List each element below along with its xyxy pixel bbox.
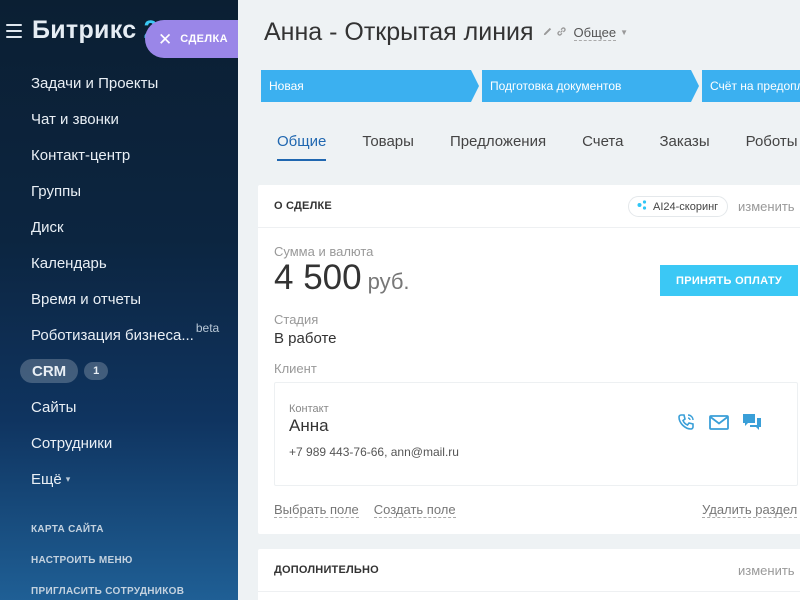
sitemap-link[interactable]: КАРТА САЙТА bbox=[31, 518, 184, 549]
tab-orders[interactable]: Заказы bbox=[659, 133, 709, 157]
additional-card: ДОПОЛНИТЕЛЬНО изменить bbox=[258, 549, 800, 600]
sidebar-item-sites[interactable]: Сайты bbox=[0, 389, 238, 425]
card-heading: О СДЕЛКЕ bbox=[274, 200, 332, 212]
sidebar-item-label: Группы bbox=[31, 182, 81, 200]
sidebar-item-label: Роботизация бизнеса... bbox=[31, 326, 194, 344]
ai-scoring-icon bbox=[637, 200, 647, 213]
additional-header: ДОПОЛНИТЕЛЬНО изменить bbox=[258, 549, 800, 592]
currency-label: руб. bbox=[367, 269, 410, 294]
accept-payment-button[interactable]: ПРИНЯТЬ ОПЛАТУ bbox=[660, 265, 798, 296]
chevron-down-icon: ▾ bbox=[65, 473, 71, 484]
deal-slider-close-tab[interactable]: ✕ СДЕЛКА bbox=[145, 20, 238, 58]
deal-tabs: Общие Товары Предложения Счета Заказы Ро… bbox=[277, 133, 800, 161]
amount-number: 4 500 bbox=[274, 258, 362, 297]
title-actions bbox=[542, 26, 570, 40]
tab-products[interactable]: Товары bbox=[362, 133, 414, 157]
tab-invoices[interactable]: Счета bbox=[582, 133, 623, 157]
ai-scoring-button[interactable]: AI24-скоринг bbox=[628, 196, 729, 217]
create-field-link[interactable]: Создать поле bbox=[373, 502, 456, 518]
stage-new[interactable]: Новая bbox=[261, 70, 479, 102]
sidebar-item-label: Диск bbox=[31, 218, 64, 236]
tab-robots[interactable]: Роботы bbox=[746, 133, 798, 157]
deal-main-area: Анна - Открытая линия Общее ▼ Новая Подг… bbox=[238, 0, 800, 600]
sidebar-item-label: Задачи и Проекты bbox=[31, 74, 159, 92]
contact-actions bbox=[675, 413, 774, 431]
edit-about-link[interactable]: изменить bbox=[738, 199, 795, 214]
sidebar-item-more[interactable]: Ещё ▾ bbox=[0, 461, 238, 497]
beta-badge: beta bbox=[195, 321, 220, 335]
deal-tab-label: СДЕЛКА bbox=[180, 33, 228, 45]
sidebar-item-label: Ещё bbox=[31, 470, 62, 488]
sidebar-item-employees[interactable]: Сотрудники bbox=[0, 425, 238, 461]
sidebar-item-groups[interactable]: Группы bbox=[0, 173, 238, 209]
stage-invoice[interactable]: Счёт на предоплату bbox=[702, 70, 800, 102]
chat-icon[interactable] bbox=[741, 413, 763, 431]
select-field-link[interactable]: Выбрать поле bbox=[274, 502, 359, 518]
sidebar-item-label: Контакт-центр bbox=[31, 146, 131, 164]
edit-additional-link[interactable]: изменить bbox=[738, 563, 795, 578]
stage-bar: Новая Подготовка документов Счёт на пред… bbox=[261, 70, 800, 102]
link-icon[interactable] bbox=[556, 26, 567, 40]
card-heading: ДОПОЛНИТЕЛЬНО bbox=[274, 564, 379, 576]
about-deal-card: О СДЕЛКЕ AI24-скоринг изменить Сумма и в… bbox=[258, 185, 800, 534]
card-footer-links: Выбрать поле Создать поле bbox=[274, 502, 471, 518]
phone-icon[interactable] bbox=[675, 413, 697, 431]
stage-value: В работе bbox=[274, 330, 337, 347]
sidebar-item-automation[interactable]: Роботизация бизнеса... beta bbox=[0, 317, 238, 353]
close-icon: ✕ bbox=[158, 29, 173, 49]
sidebar-item-label: Календарь bbox=[31, 254, 107, 272]
menu-burger-icon[interactable] bbox=[6, 23, 22, 38]
title-row: Анна - Открытая линия Общее ▼ bbox=[264, 18, 628, 47]
chevron-down-icon: ▼ bbox=[620, 28, 629, 37]
sidebar-item-calendar[interactable]: Календарь bbox=[0, 245, 238, 281]
sidebar-item-time-reports[interactable]: Время и отчеты bbox=[0, 281, 238, 317]
crm-counter-badge: 1 bbox=[84, 362, 109, 380]
ai-scoring-label: AI24-скоринг bbox=[653, 200, 719, 213]
about-deal-header: О СДЕЛКЕ AI24-скоринг изменить bbox=[258, 185, 800, 228]
page-title: Анна - Открытая линия bbox=[264, 18, 534, 46]
sidebar-item-crm[interactable]: CRM 1 bbox=[0, 353, 238, 389]
delete-section-link[interactable]: Удалить раздел bbox=[702, 502, 798, 518]
sidebar-item-label: CRM bbox=[20, 359, 79, 383]
sidebar-footer-links: КАРТА САЙТА НАСТРОИТЬ МЕНЮ ПРИГЛАСИТЬ СО… bbox=[31, 518, 184, 600]
email-icon[interactable] bbox=[708, 413, 730, 431]
sidebar: Битрикс 24 Задачи и Проекты Чат и звонки… bbox=[0, 0, 238, 600]
sidebar-item-label: Сайты bbox=[31, 398, 77, 416]
client-label: Клиент bbox=[274, 361, 317, 376]
client-block: Контакт Анна +7 989 443-76-66, ann@mail.… bbox=[274, 382, 798, 486]
sidebar-menu: Задачи и Проекты Чат и звонки Контакт-це… bbox=[0, 65, 238, 497]
contact-info: +7 989 443-76-66, ann@mail.ru bbox=[289, 445, 459, 459]
amount-value: 4 500 руб. bbox=[274, 258, 410, 298]
sidebar-item-tasks[interactable]: Задачи и Проекты bbox=[0, 65, 238, 101]
amount-label: Сумма и валюта bbox=[274, 244, 374, 259]
category-selector[interactable]: Общее bbox=[573, 25, 617, 41]
sidebar-item-label: Сотрудники bbox=[31, 434, 113, 452]
invite-employees-link[interactable]: ПРИГЛАСИТЬ СОТРУДНИКОВ bbox=[31, 580, 184, 600]
stage-documents[interactable]: Подготовка документов bbox=[482, 70, 699, 102]
logo-text: Битрикс bbox=[32, 16, 137, 44]
pencil-icon[interactable] bbox=[542, 26, 553, 40]
tab-general[interactable]: Общие bbox=[277, 133, 327, 161]
contact-label: Контакт bbox=[289, 403, 329, 415]
sidebar-item-label: Чат и звонки bbox=[31, 110, 119, 128]
sidebar-item-label: Время и отчеты bbox=[31, 290, 142, 308]
stage-label: Стадия bbox=[274, 312, 319, 327]
sidebar-item-contact-center[interactable]: Контакт-центр bbox=[0, 137, 238, 173]
contact-name[interactable]: Анна bbox=[289, 416, 329, 436]
sidebar-item-disk[interactable]: Диск bbox=[0, 209, 238, 245]
configure-menu-link[interactable]: НАСТРОИТЬ МЕНЮ bbox=[31, 549, 184, 580]
tab-quotes[interactable]: Предложения bbox=[450, 133, 546, 157]
sidebar-item-chat[interactable]: Чат и звонки bbox=[0, 101, 238, 137]
